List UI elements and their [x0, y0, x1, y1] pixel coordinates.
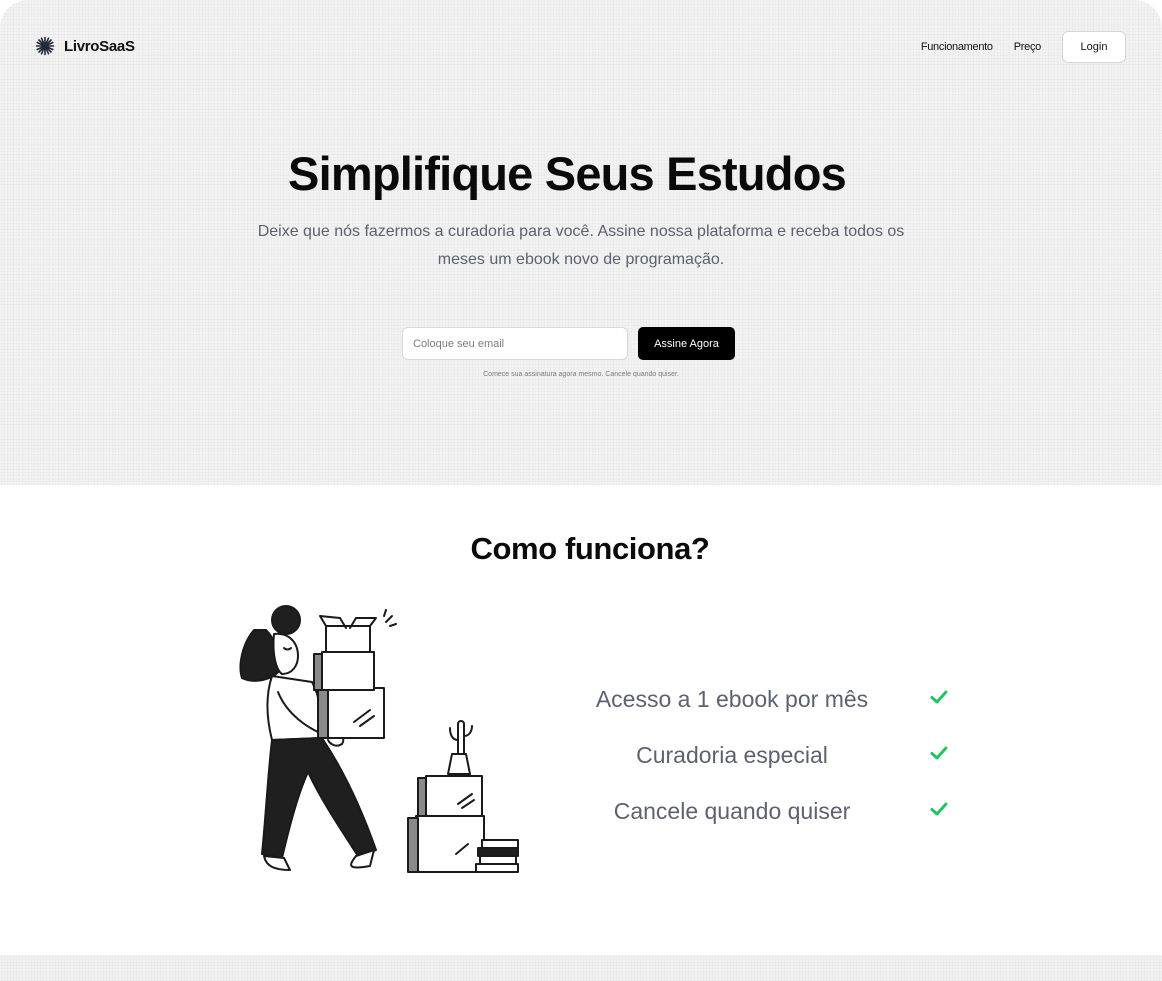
login-button[interactable]: Login — [1062, 31, 1126, 63]
nav-link-preco[interactable]: Preço — [1014, 41, 1042, 53]
feature-item: Curadoria especial — [560, 737, 972, 773]
next-section-band — [0, 955, 1162, 981]
feature-item: Cancele quando quiser — [560, 793, 972, 829]
top-nav: Funcionamento Preço Login — [921, 31, 1126, 63]
brand-name: LivroSaaS — [64, 37, 135, 55]
subscribe-button[interactable]: Assine Agora — [638, 327, 735, 360]
feature-item: Acesso a 1 ebook por mês — [560, 681, 972, 717]
feature-text: Acesso a 1 ebook por mês — [595, 686, 869, 712]
check-icon — [930, 690, 948, 704]
hero-title: Simplifique Seus Estudos — [288, 147, 847, 200]
signup-fine-print: Comece sua assinatura agora mesmo. Cance… — [483, 371, 679, 378]
signup-form: Assine Agora — [402, 327, 735, 360]
check-icon — [930, 746, 948, 760]
hero-section: LivroSaaS Funcionamento Preço Login Simp… — [0, 0, 1162, 485]
nav-link-funcionamento[interactable]: Funcionamento — [921, 41, 993, 53]
brand-logo[interactable]: LivroSaaS — [35, 36, 135, 56]
feature-text: Cancele quando quiser — [613, 798, 851, 824]
feature-text: Curadoria especial — [636, 742, 828, 768]
email-input[interactable] — [402, 327, 628, 360]
check-icon — [930, 802, 948, 816]
hero-subtitle: Deixe que nós fazermos a curadoria para … — [257, 223, 905, 268]
woman-carrying-boxes-illustration — [239, 605, 519, 873]
starburst-icon — [35, 36, 55, 56]
how-it-works-title: Como funciona? — [470, 531, 710, 566]
